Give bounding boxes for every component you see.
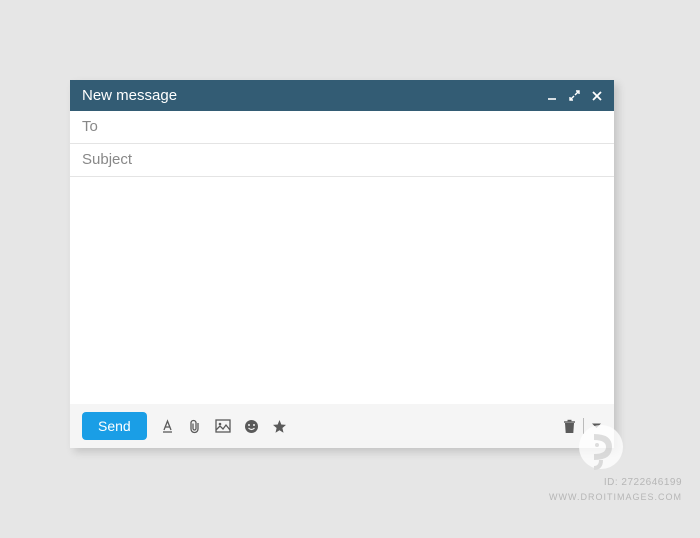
body-area (70, 177, 614, 404)
window-title: New message (82, 87, 177, 104)
title-bar-controls (547, 90, 602, 101)
to-input[interactable] (82, 118, 602, 135)
emoji-icon[interactable] (244, 419, 259, 434)
close-icon[interactable] (592, 91, 602, 101)
expand-icon[interactable] (569, 90, 580, 101)
watermark-url: WWW.DROITIMAGES.COM (549, 492, 682, 502)
compose-window: New message (70, 80, 614, 448)
minimize-icon[interactable] (547, 91, 557, 101)
body-textarea[interactable] (82, 187, 602, 394)
attach-icon[interactable] (188, 419, 202, 434)
subject-input[interactable] (82, 151, 602, 168)
toolbar: Send (70, 404, 614, 448)
star-icon[interactable] (272, 419, 287, 434)
send-button[interactable]: Send (82, 412, 147, 440)
watermark-logo (574, 420, 628, 474)
title-bar: New message (70, 80, 614, 111)
to-field-row (70, 111, 614, 144)
format-text-icon[interactable] (160, 419, 175, 434)
subject-field-row (70, 144, 614, 177)
toolbar-left: Send (82, 412, 287, 440)
insert-image-icon[interactable] (215, 419, 231, 433)
watermark-id: ID: 2722646199 (604, 477, 682, 488)
